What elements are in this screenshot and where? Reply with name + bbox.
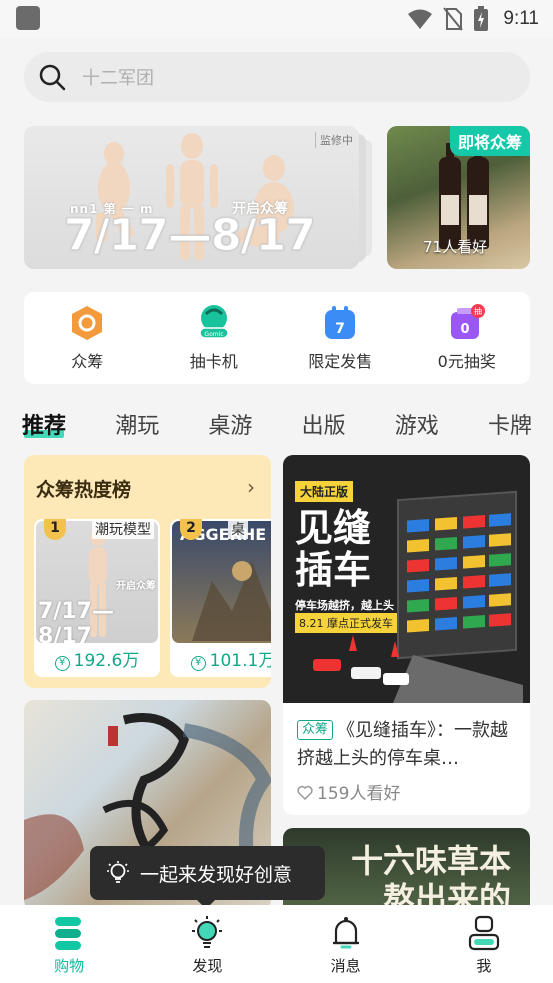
search-bar[interactable]: 十二军团: [24, 52, 530, 102]
limited-sale-icon: 7: [325, 306, 356, 339]
heart-icon: [297, 785, 313, 801]
crowdfund-icon: [72, 306, 103, 340]
hot-list-item[interactable]: AGGERHE 2 桌 ¥101.1万: [170, 519, 271, 677]
card-machine-icon: Gomic: [199, 305, 229, 339]
nav-label: 购物: [54, 957, 85, 975]
nav-label: 发现: [192, 957, 223, 975]
svg-text:Gomic: Gomic: [204, 331, 223, 338]
clock: 9:11: [503, 8, 539, 29]
nav-shopping[interactable]: 购物: [0, 905, 138, 983]
nav-profile[interactable]: 我: [415, 905, 553, 983]
wifi-icon: [408, 9, 433, 29]
crowdfund-tag: 众筹: [297, 720, 334, 740]
quick-link-crowdfund[interactable]: 众筹: [32, 304, 142, 372]
feature-badge: 大陆正版: [295, 481, 354, 502]
nav-label: 我: [476, 957, 492, 975]
svg-text:7: 7: [335, 321, 345, 337]
quick-links: 众筹 Gomic 抽卡机 7 限定发售 0抽 0元抽奖: [24, 292, 530, 384]
tab-publishing[interactable]: 出版: [302, 408, 346, 440]
quick-link-label: 限定发售: [308, 352, 373, 371]
tab-cards[interactable]: 卡牌: [488, 408, 532, 440]
currency-icon: ¥: [190, 656, 206, 671]
rank-badge: 1: [44, 519, 66, 540]
hot-list-card[interactable]: 众筹热度榜 › 7/17—8/17 开启众筹 1 潮玩模型 ¥192.6万 AG…: [24, 455, 271, 688]
quick-link-label: 众筹: [71, 352, 104, 371]
banner-carousel-main[interactable]: 监修中 nn1 第 一 m 开启众筹 7/17—8/17: [24, 126, 359, 269]
quick-link-label: 0元抽奖: [437, 352, 496, 371]
battery-icon: [474, 6, 489, 31]
feature-title-1: 见缝: [295, 506, 372, 550]
discover-tooltip: 一起来发现好创意: [90, 846, 325, 909]
feature-image: 大陆正版 见缝 插车 停车场越挤，越上头 8.21 摩点正式发车: [283, 455, 530, 703]
notification-icon: [16, 6, 40, 30]
quick-link-label: 抽卡机: [189, 352, 238, 371]
free-lottery-icon: 0抽: [450, 304, 485, 339]
svg-text:0: 0: [460, 322, 469, 337]
shopping-icon: [55, 917, 82, 950]
feature-description: 众筹 《见缝插车》：一款越挤越上头的停车桌…: [297, 720, 509, 769]
no-sim-icon: [443, 7, 464, 31]
banner-date-range: 7/17—8/17: [64, 210, 317, 262]
hot-list-title: 众筹热度榜: [36, 479, 132, 501]
tab-board-games[interactable]: 桌游: [208, 408, 252, 440]
hot-item-category: 桌: [228, 519, 248, 539]
nav-discover[interactable]: 发现: [138, 905, 276, 983]
nav-messages[interactable]: 消息: [277, 905, 415, 983]
nav-label: 消息: [330, 957, 361, 975]
quick-link-limited-sale[interactable]: 7 限定发售: [285, 304, 395, 372]
chevron-right-icon[interactable]: ›: [247, 475, 255, 499]
upcoming-count: 71人看好: [423, 238, 488, 256]
tab-trendy-toys[interactable]: 潮玩: [115, 408, 159, 440]
hot-list-item[interactable]: 7/17—8/17 开启众筹 1 潮玩模型 ¥192.6万: [34, 519, 160, 677]
status-icons: 9:11: [407, 6, 539, 32]
feature-likes: 159人看好: [297, 779, 400, 804]
rank-badge: 2: [180, 519, 202, 540]
category-tabs: 推荐 潮玩 桌游 出版 游戏 卡牌: [22, 406, 532, 442]
quick-link-card-machine[interactable]: Gomic 抽卡机: [159, 304, 269, 372]
hot-item-amount: ¥101.1万: [170, 646, 271, 671]
hot-item-category: 潮玩模型: [92, 519, 154, 539]
lightbulb-icon: [107, 861, 129, 883]
currency-icon: ¥: [54, 656, 70, 671]
tooltip-text: 一起来发现好创意: [140, 863, 293, 886]
status-bar: 9:11: [0, 0, 553, 38]
hot-item-image-sub: 开启众筹: [116, 581, 156, 592]
banner-stack-edge: [366, 140, 372, 256]
search-icon: [39, 64, 66, 91]
quick-link-free-lottery[interactable]: 0抽 0元抽奖: [412, 304, 522, 372]
bottom-nav: 购物 发现 消息 我: [0, 905, 553, 983]
upcoming-label: 即将众筹: [449, 126, 530, 156]
feature-date: 8.21 摩点正式发车: [295, 613, 397, 633]
profile-icon: [468, 915, 499, 951]
feature-card[interactable]: 大陆正版 见缝 插车 停车场越挤，越上头 8.21 摩点正式发车 众筹 《见缝插车…: [283, 455, 530, 815]
banner-status-tag: 监修中: [315, 132, 353, 148]
discover-bulb-icon: [192, 916, 223, 948]
svg-text:抽: 抽: [474, 306, 482, 316]
feature-title-2: 插车: [295, 548, 372, 592]
bell-icon: [332, 917, 359, 949]
search-placeholder: 十二军团: [82, 68, 154, 89]
banner-stack-edge: [358, 134, 366, 262]
tab-recommend[interactable]: 推荐: [22, 408, 66, 440]
banner-upcoming[interactable]: 即将众筹 71人看好: [387, 126, 530, 269]
hot-item-image-text: 7/17—8/17: [38, 599, 114, 643]
tab-games[interactable]: 游戏: [395, 408, 439, 440]
feature-subtitle: 停车场越挤，越上头: [295, 599, 394, 612]
hot-item-amount: ¥192.6万: [34, 646, 160, 671]
